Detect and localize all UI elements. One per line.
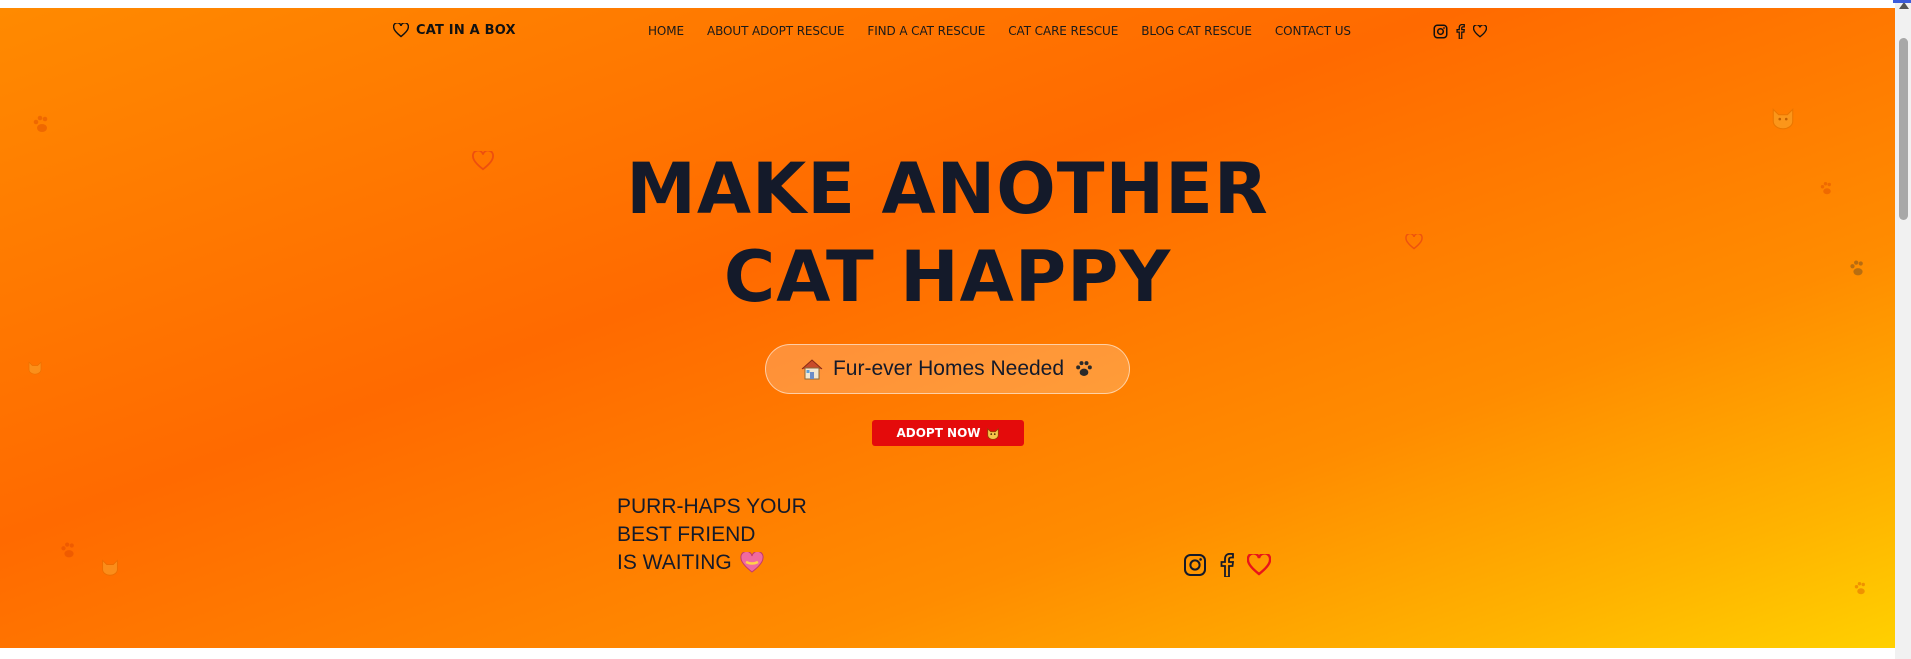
- hero-section: CAT IN A BOX HOME ABOUT ADOPT RESCUE FIN…: [0, 8, 1895, 648]
- instagram-icon[interactable]: [1433, 24, 1448, 39]
- tagline-line-1: PURR-HAPS YOUR: [617, 495, 807, 518]
- cat-face-icon: [986, 427, 999, 440]
- header-social-links: [1433, 24, 1487, 39]
- heart-ribbon-icon: [740, 552, 764, 573]
- heart-icon[interactable]: [1473, 25, 1487, 38]
- scrollbar-thumb[interactable]: [1899, 38, 1908, 220]
- hero-social-links: [1183, 553, 1271, 577]
- brand-logo[interactable]: CAT IN A BOX: [393, 23, 516, 38]
- adopt-now-label: ADOPT NOW: [896, 426, 981, 440]
- house-icon: [801, 359, 823, 380]
- nav-item-find-cat[interactable]: FIND A CAT RESCUE: [867, 24, 985, 38]
- top-border: [0, 0, 1911, 8]
- tagline-line-3: IS WAITING: [617, 551, 732, 574]
- page-bottom-band: [0, 648, 1895, 659]
- brand-name: CAT IN A BOX: [416, 23, 516, 38]
- hero-tagline: PURR-HAPS YOUR BEST FRIEND IS WAITING: [617, 493, 807, 577]
- cat-face-decoration-icon: [102, 559, 118, 576]
- tagline-line-3-wrap: IS WAITING: [617, 549, 807, 577]
- nav-item-home[interactable]: HOME: [648, 24, 684, 38]
- nav-item-about[interactable]: ABOUT ADOPT RESCUE: [707, 24, 844, 38]
- instagram-icon[interactable]: [1183, 553, 1207, 577]
- adopt-now-button[interactable]: ADOPT NOW: [872, 420, 1024, 446]
- paw-decoration-icon: [33, 115, 48, 132]
- nav-item-cat-care[interactable]: CAT CARE RESCUE: [1008, 24, 1118, 38]
- nav-item-blog[interactable]: BLOG CAT RESCUE: [1141, 24, 1252, 38]
- cat-face-decoration-icon: [1772, 108, 1794, 130]
- nav-item-contact[interactable]: CONTACT US: [1275, 24, 1351, 38]
- hero-title: MAKE ANOTHER CAT HAPPY: [0, 145, 1895, 321]
- scroll-up-arrow-icon[interactable]: [1899, 2, 1909, 9]
- facebook-icon[interactable]: [1455, 24, 1466, 39]
- hero-title-line-1: MAKE ANOTHER: [626, 148, 1269, 230]
- heart-outline-icon: [393, 23, 409, 38]
- cat-face-decoration-icon: [28, 361, 42, 375]
- fur-ever-homes-badge: Fur-ever Homes Needed: [765, 344, 1130, 394]
- heart-icon[interactable]: [1247, 554, 1271, 576]
- paw-icon: [1076, 361, 1092, 376]
- window-corner-accent: [1893, 0, 1911, 3]
- paw-decoration-icon: [1854, 582, 1865, 595]
- badge-text: Fur-ever Homes Needed: [832, 357, 1065, 380]
- main-nav: HOME ABOUT ADOPT RESCUE FIND A CAT RESCU…: [648, 24, 1351, 38]
- hero-title-line-2: CAT HAPPY: [723, 236, 1172, 318]
- tagline-line-2: BEST FRIEND: [617, 523, 756, 546]
- paw-decoration-icon: [61, 542, 74, 558]
- facebook-icon[interactable]: [1219, 553, 1235, 577]
